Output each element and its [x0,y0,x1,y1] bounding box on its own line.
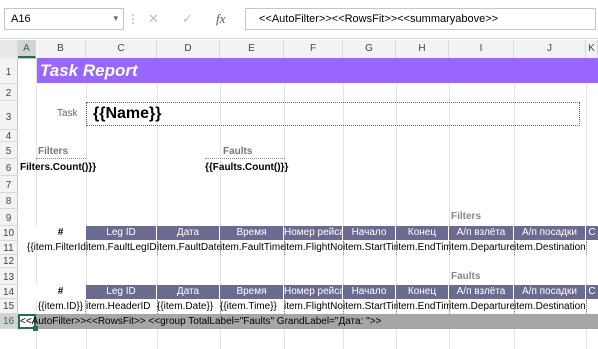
table1-cell-start[interactable]: item.StartTime [343,241,397,255]
column-header-c[interactable]: C [86,40,157,58]
table1-header-destination: А/п посадки [514,226,586,240]
table1-header-departure: А/п взлёта [449,226,514,240]
column-header-b[interactable]: B [36,40,86,58]
table1-cell-flight-no[interactable]: item.FlightNo [284,241,344,255]
table2-header-extra: С [586,285,598,299]
table2-header-destination: А/п посадки [514,285,586,299]
filters-underline [36,158,86,159]
table1-header-end: Конец [396,226,449,240]
row-header-12[interactable]: 12 [0,255,18,268]
table1-header-start: Начало [343,226,396,240]
cancel-icon[interactable]: ✕ [148,11,159,27]
faults-count: {{Faults.Count()}} [205,162,289,173]
row-header-16[interactable]: 16 [0,314,18,329]
table2-cell-time[interactable]: {{item.Time}} [220,300,285,314]
table2-header-flight-no: Номер рейса [284,285,343,299]
table2-cell-index[interactable]: {{item.ID}} [36,300,86,314]
table1-header-date: Дата [157,226,220,240]
row-header-1[interactable]: 1 [0,58,18,84]
task-name-cell[interactable]: {{Name}} [86,102,580,126]
table2-cell-destination[interactable]: item.Destination [514,300,587,314]
row-header-11[interactable]: 11 [0,241,18,255]
table2-section-label: Faults [451,271,481,282]
table1-header-row: # Leg ID Дата Время Номер рейса Начало К… [36,226,598,240]
table1-header-flight-no: Номер рейса [284,226,343,240]
row-header-4[interactable]: 4 [0,130,18,142]
table2-cell-leg-id[interactable]: item.HeaderID [86,300,158,314]
row-header-15[interactable]: 15 [0,299,18,314]
row-header-5[interactable]: 5 [0,142,18,159]
table2-header-leg-id: Leg ID [86,285,157,299]
column-header-a[interactable]: A [18,40,36,58]
table1-header-extra: С [586,226,598,240]
table1-cell-date[interactable]: item.FaultDate [157,241,221,255]
table2-header-date: Дата [157,285,220,299]
name-box[interactable]: A16 ▾ [4,8,124,30]
row16-text[interactable]: <<AutoFilter>><<RowsFit>> <<group TotalL… [20,315,580,329]
table1-cell-index[interactable]: {{item.FilterId [27,241,87,255]
table2-header-departure: А/п взлёта [449,285,514,299]
table2-header-start: Начало [343,285,396,299]
select-all-corner[interactable] [0,40,18,58]
formula-bar: A16 ▾ ⋮ ✕ ✓ fx <<AutoFilter>><<RowsFit>>… [0,0,598,39]
row-header-13[interactable]: 13 [0,268,18,285]
formula-input[interactable]: <<AutoFilter>><<RowsFit>><<summaryabove>… [245,8,596,30]
table2-header-end: Конец [396,285,449,299]
column-header-h[interactable]: H [396,40,449,58]
row-header-3[interactable]: 3 [0,101,18,130]
table1-header-time: Время [220,226,284,240]
row-header-2[interactable]: 2 [0,84,18,101]
chevron-down-icon[interactable]: ▾ [113,13,118,24]
name-box-value: A16 [11,13,31,25]
table1-header-leg-id: Leg ID [86,226,157,240]
row-header-10[interactable]: 10 [0,226,18,241]
column-header-f[interactable]: F [284,40,343,58]
row-header-6[interactable]: 6 [0,159,18,176]
column-header-d[interactable]: D [157,40,220,58]
table1-cell-end[interactable]: item.EndTime [396,241,450,255]
table1-cell-time[interactable]: item.FaultTime [220,241,285,255]
faults-underline [205,158,285,159]
column-header-e[interactable]: E [220,40,284,58]
table2-cell-departure[interactable]: item.Departure [449,300,515,314]
column-header-j[interactable]: J [514,40,586,58]
task-label: Task [57,108,78,119]
table2-header-index: # [36,285,86,299]
table1-header-index: # [36,226,86,240]
table1-cell-leg-id[interactable]: item.FaultLegID [86,241,158,255]
table1-cell-destination[interactable]: item.Destination [514,241,587,255]
formula-actions: ✕ ✓ fx [134,8,244,30]
row-header-7[interactable]: 7 [0,176,18,193]
table2-cell-start[interactable]: item.StartTime [343,300,397,314]
report-title: Task Report [40,61,138,80]
column-header-i[interactable]: I [449,40,514,58]
row-header-14[interactable]: 14 [0,285,18,299]
table2-cell-flight-no[interactable]: item.FlightNo [284,300,344,314]
filters-count: Filters.Count()}} [20,162,97,173]
table2-header-time: Время [220,285,284,299]
table2-cell-date[interactable]: {{item.Date}} [157,300,221,314]
table1-template-row: {{item.FilterId item.FaultLegID item.Fau… [20,241,598,255]
column-header-bar: A B C D E F G H I J K [0,40,598,59]
table2-header-row: # Leg ID Дата Время Номер рейса Начало К… [36,285,598,299]
row-header-8[interactable]: 8 [0,193,18,209]
column-header-k[interactable]: K [586,40,598,58]
table2-template-row: {{item.ID}} item.HeaderID {{item.Date}} … [36,300,598,314]
row-header-9[interactable]: 9 [0,209,18,226]
insert-function-icon[interactable]: fx [216,11,225,27]
table2-cell-end[interactable]: item.EndTime [396,300,450,314]
task-name-value: {{Name}} [93,105,162,122]
table1-section-label: Filters [451,211,482,222]
filters-label: Filters [38,146,69,157]
table1-cell-departure[interactable]: item.Departure [449,241,515,255]
formula-text: <<AutoFilter>><<RowsFit>><<summaryabove>… [259,13,499,25]
column-header-g[interactable]: G [343,40,396,58]
enter-icon[interactable]: ✓ [182,11,193,27]
faults-label: Faults [223,146,253,157]
